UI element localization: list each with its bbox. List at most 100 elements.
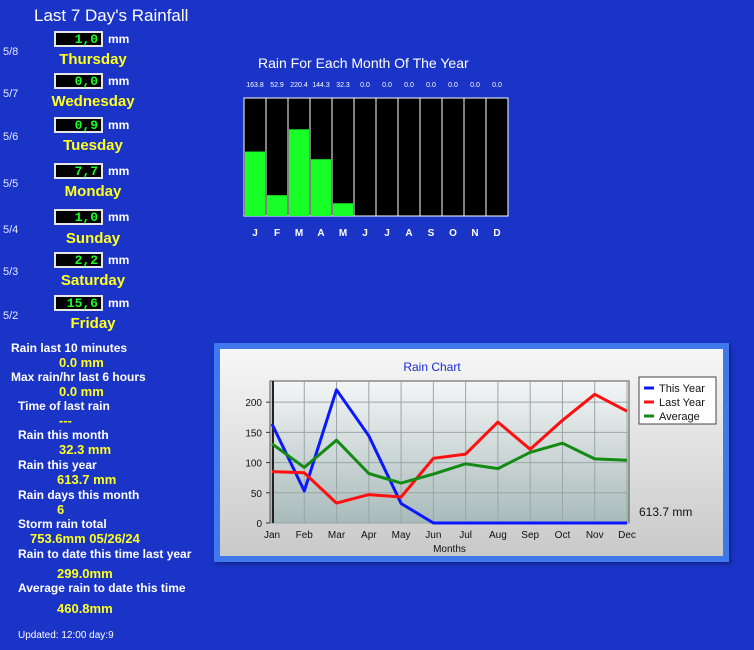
x-tick-label: May — [392, 530, 411, 541]
stat-value: 460.8mm — [57, 601, 113, 616]
day-rain-value: 15,6 — [54, 295, 103, 311]
stat-value: 6 — [57, 502, 65, 517]
x-tick-label: Nov — [586, 530, 604, 541]
bar-m — [333, 203, 353, 216]
bar-category-label: A — [317, 228, 324, 239]
day-date: 5/2 — [3, 310, 19, 322]
day-rain-value: 7,7 — [54, 163, 103, 179]
bar-value-label: 0.0 — [492, 82, 502, 89]
monthly-rain-bar-chart: 163.8 J 52.9 F 220.4 M 144.3 A 32.3 M 0.0 J 0.0 J 0.0 A… — [243, 82, 509, 239]
day-rain-value: 0,9 — [54, 117, 103, 133]
day-rain-unit: mm — [108, 164, 130, 178]
day-date: 5/3 — [3, 266, 19, 278]
stat-value: 32.3 mm — [59, 442, 112, 457]
day-rain-unit: mm — [108, 74, 130, 88]
x-tick-label: Feb — [296, 530, 314, 541]
day-name: Tuesday — [63, 137, 123, 154]
x-tick-label: Jul — [459, 530, 472, 541]
stat-value: --- — [59, 413, 72, 428]
updated-timestamp: Updated: 12:00 day:9 — [18, 630, 114, 641]
stat-value: 0.0 mm — [59, 384, 104, 399]
day-date: 5/8 — [3, 46, 19, 58]
y-tick-label: 150 — [245, 428, 262, 439]
bar-category-label: J — [384, 228, 390, 239]
y-tick-label: 200 — [245, 398, 262, 409]
y-tick-label: 0 — [256, 519, 262, 530]
bar-value-label: 220.4 — [290, 82, 308, 89]
day-date: 5/5 — [3, 178, 19, 190]
stat-label: Rain last 10 minutes — [11, 341, 128, 355]
stat-label: Rain this month — [18, 428, 109, 442]
bar-category-label: N — [471, 228, 478, 239]
bar-j — [245, 151, 265, 216]
bar-value-label: 0.0 — [426, 82, 436, 89]
stat-label: Storm rain total — [18, 517, 107, 531]
x-tick-label: Jun — [425, 530, 441, 541]
day-name: Sunday — [65, 230, 121, 247]
bar-category-label: J — [362, 228, 368, 239]
bar-value-label: 0.0 — [448, 82, 458, 89]
day-date: 5/7 — [3, 88, 19, 100]
bar-category-label: J — [252, 228, 258, 239]
stat-value: 0.0 mm — [59, 355, 104, 370]
day-rain-value: 1,0 — [54, 31, 103, 47]
stat-value: 299.0mm — [57, 566, 113, 581]
x-tick-label: Apr — [361, 530, 377, 541]
day-name: Thursday — [59, 51, 127, 68]
bar-category-label: A — [405, 228, 412, 239]
y-tick-label: 100 — [245, 459, 262, 470]
bar-value-label: 0.0 — [360, 82, 370, 89]
day-rain-value: 0,0 — [54, 73, 103, 89]
x-tick-label: Jan — [264, 530, 280, 541]
stat-label: Max rain/hr last 6 hours — [11, 370, 146, 384]
x-tick-label: Aug — [489, 530, 507, 541]
bar-value-label: 52.9 — [270, 82, 284, 89]
bar-value-label: 0.0 — [470, 82, 480, 89]
stat-label: Rain to date this time last year — [18, 547, 192, 561]
bar-category-label: M — [339, 228, 347, 239]
page-title: Last 7 Day's Rainfall — [34, 6, 189, 25]
bar-category-label: O — [449, 228, 457, 239]
bar-value-label: 163.8 — [246, 82, 264, 89]
rain-chart-frame: Rain Chart 0 50 100 150 200 Jan Feb Mar Apr May Jun… — [220, 349, 723, 556]
bar-value-label: 32.3 — [336, 82, 350, 89]
day-rain-unit: mm — [108, 210, 130, 224]
x-tick-label: Mar — [328, 530, 346, 541]
bar-value-label: 144.3 — [312, 82, 330, 89]
stat-value: 753.6mm 05/26/24 — [30, 531, 140, 546]
y-tick-label: 50 — [251, 489, 263, 500]
day-name: Friday — [70, 315, 116, 332]
line-chart-title: Rain Chart — [403, 360, 461, 374]
day-rain-value: 1,0 — [54, 209, 103, 225]
day-rain-unit: mm — [108, 118, 130, 132]
legend-label: Average — [659, 411, 700, 423]
x-axis-label: Months — [433, 544, 466, 555]
x-tick-label: Oct — [555, 530, 571, 541]
bar-value-label: 0.0 — [404, 82, 414, 89]
stat-label: Average rain to date this time — [18, 581, 186, 595]
bar-category-label: F — [274, 228, 280, 239]
x-tick-label: Sep — [521, 530, 539, 541]
rain-line-chart: Rain Chart 0 50 100 150 200 Jan Feb Mar Apr May Jun… — [245, 360, 717, 555]
day-rain-unit: mm — [108, 253, 130, 267]
day-name: Monday — [64, 183, 122, 200]
stat-label: Rain days this month — [18, 488, 140, 502]
day-rain-value: 2,2 — [54, 252, 103, 268]
stat-label: Time of last rain — [18, 399, 110, 413]
day-name: Wednesday — [51, 93, 135, 110]
bar-m — [289, 129, 309, 216]
day-rain-unit: mm — [108, 32, 130, 46]
x-tick-label: Dec — [618, 530, 636, 541]
day-rain-unit: mm — [108, 296, 130, 310]
bar-category-label: D — [493, 228, 500, 239]
stat-label: Rain this year — [18, 458, 97, 472]
bar-category-label: S — [428, 228, 435, 239]
year-total-annotation: 613.7 mm — [639, 505, 692, 519]
day-date: 5/6 — [3, 131, 19, 143]
legend-label: Last Year — [659, 397, 705, 409]
day-date: 5/4 — [3, 224, 19, 236]
legend-label: This Year — [659, 383, 705, 395]
rain-chart-panel: Rain Chart 0 50 100 150 200 Jan Feb Mar Apr May Jun… — [214, 343, 729, 562]
day-name: Saturday — [60, 272, 126, 289]
bar-a — [311, 159, 331, 216]
